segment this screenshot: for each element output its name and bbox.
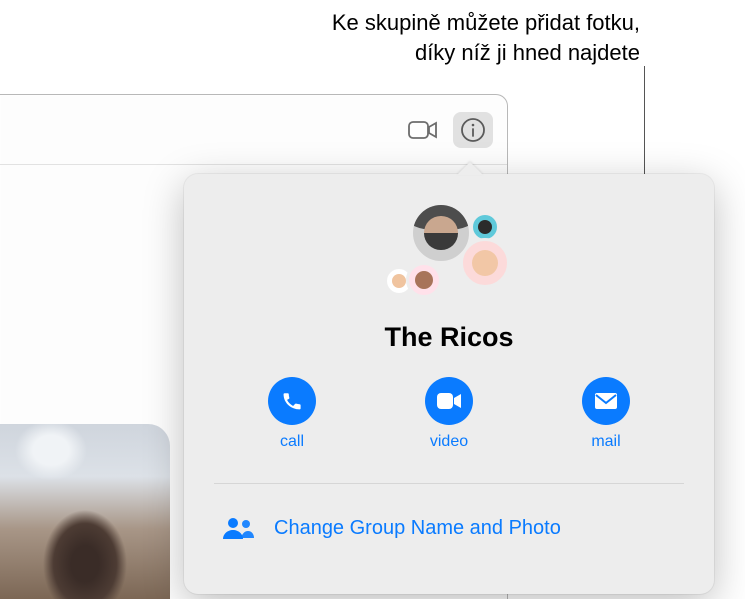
phone-icon [268,377,316,425]
change-group-label: Change Group Name and Photo [274,517,561,540]
titlebar [0,95,507,165]
mail-icon [582,377,630,425]
group-avatar-cluster[interactable] [374,202,524,312]
mail-button[interactable]: mail [556,377,656,451]
member-avatar [460,238,510,288]
callout-text: Ke skupině můžete přidat fotku, díky níž… [332,8,640,67]
info-circle-icon [460,117,486,143]
callout-line-2: díky níž ji hned najdete [332,38,640,68]
group-name: The Ricos [214,322,684,353]
video-label: video [430,433,468,451]
conversation-photo-preview [0,424,170,599]
call-label: call [280,433,304,451]
video-button[interactable]: video [399,377,499,451]
people-icon [220,510,256,546]
video-icon [408,120,438,140]
info-button[interactable] [453,112,493,148]
action-row: call video mail [214,377,684,451]
callout-line-1: Ke skupině můžete přidat fotku, [332,8,640,38]
video-icon [425,377,473,425]
member-avatar [406,262,442,298]
mail-label: mail [591,433,620,451]
details-popover: The Ricos call video [184,174,714,594]
change-group-name-and-photo[interactable]: Change Group Name and Photo [214,483,684,546]
call-button[interactable]: call [242,377,342,451]
facetime-video-button[interactable] [403,112,443,148]
